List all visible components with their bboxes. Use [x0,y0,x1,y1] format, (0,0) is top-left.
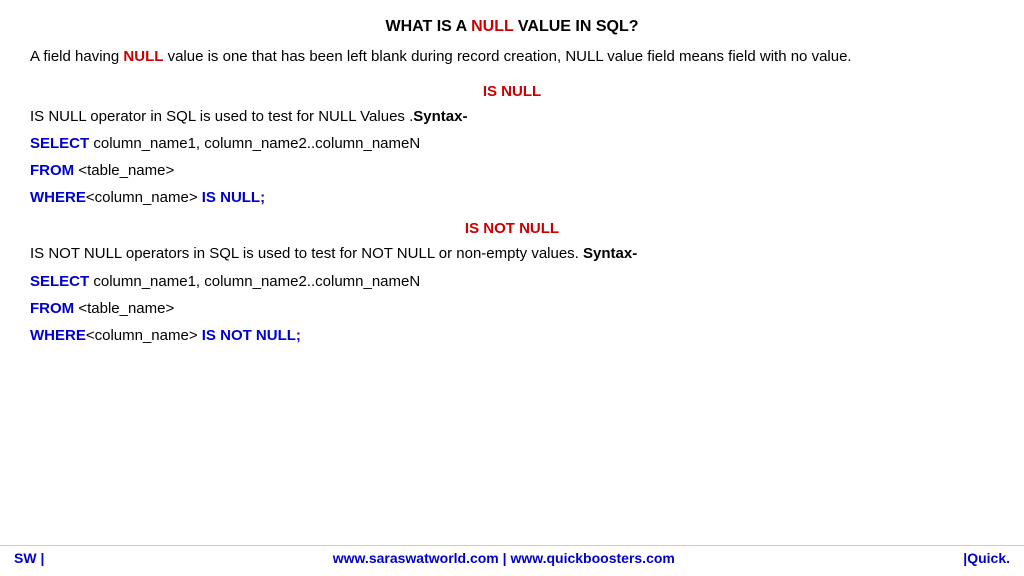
is-not-null-heading: IS NOT NULL [30,220,994,237]
where-kw-2: WHERE [30,327,86,344]
title-null: NULL [471,18,513,35]
is-null-desc-bold: Syntax- [413,108,467,125]
page-title: WHAT IS A NULL VALUE IN SQL? [30,18,994,36]
is-null-line3-mid: <column_name> [86,189,198,206]
is-not-null-desc: IS NOT NULL operators in SQL is used to … [30,243,994,266]
is-null-line2: FROM <table_name> [30,159,994,183]
is-not-null-line3-mid: <column_name> [86,327,198,344]
intro-suffix: value is one that has been left blank du… [163,48,851,65]
is-not-null-line2-rest: <table_name> [74,300,174,317]
select-kw-2: SELECT [30,273,89,290]
intro-paragraph: A field having NULL value is one that ha… [30,46,994,69]
is-null-clause: IS NULL; [202,189,265,206]
is-not-null-desc-prefix: IS NOT NULL operators in SQL is used to … [30,245,583,262]
is-null-line3: WHERE<column_name> IS NULL; [30,186,994,210]
is-not-null-clause: IS NOT NULL; [202,327,301,344]
is-null-line1: SELECT column_name1, column_name2..colum… [30,132,994,156]
is-not-null-line3: WHERE<column_name> IS NOT NULL; [30,324,994,348]
title-prefix: WHAT IS A [385,18,471,35]
footer-right: |Quick. [963,550,1010,566]
title-suffix: VALUE IN SQL? [513,18,638,35]
is-null-line2-rest: <table_name> [74,162,174,179]
is-not-null-desc-bold: Syntax- [583,245,637,262]
where-kw-1: WHERE [30,189,86,206]
is-null-heading: IS NULL [30,83,994,100]
from-kw-1: FROM [30,162,74,179]
is-not-null-line1-rest: column_name1, column_name2..column_nameN [89,273,420,290]
intro-null: NULL [123,48,163,65]
is-null-line1-rest: column_name1, column_name2..column_nameN [89,135,420,152]
intro-prefix: A field having [30,48,123,65]
from-kw-2: FROM [30,300,74,317]
is-not-null-line1: SELECT column_name1, column_name2..colum… [30,270,994,294]
is-null-section: IS NULL IS NULL operator in SQL is used … [30,83,994,211]
is-not-null-section: IS NOT NULL IS NOT NULL operators in SQL… [30,220,994,348]
is-null-desc-prefix: IS NULL operator in SQL is used to test … [30,108,413,125]
select-kw-1: SELECT [30,135,89,152]
footer: SW | www.saraswatworld.com | www.quickbo… [0,545,1024,570]
footer-center: www.saraswatworld.com | www.quickbooster… [333,550,675,566]
main-content: WHAT IS A NULL VALUE IN SQL? A field hav… [0,0,1024,368]
footer-left: SW | [14,550,44,566]
is-not-null-line2: FROM <table_name> [30,297,994,321]
is-null-desc: IS NULL operator in SQL is used to test … [30,106,994,129]
